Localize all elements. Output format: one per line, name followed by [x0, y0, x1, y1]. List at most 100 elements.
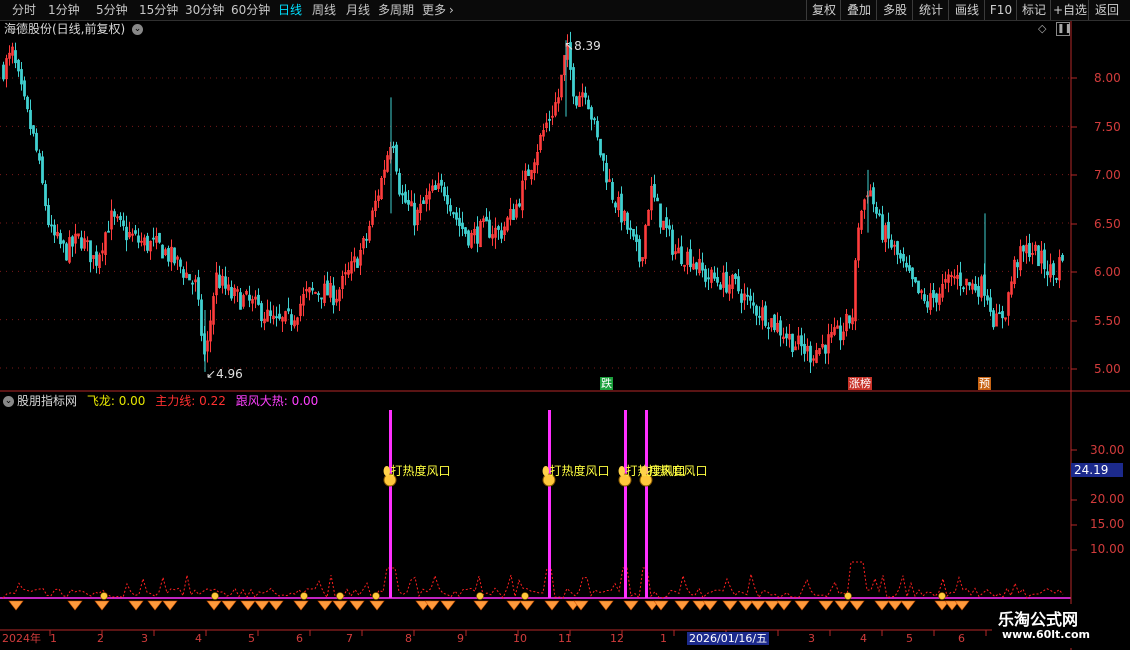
candle-body: [113, 211, 116, 217]
candle-body: [887, 221, 890, 239]
price-tick: 6.50: [1094, 217, 1121, 231]
pause-icon[interactable]: ❚❚: [1056, 22, 1072, 36]
indicator-header: ⌄ 股朋指标网 飞龙: 0.00 主力线: 0.22 跟风大热: 0.00: [3, 394, 318, 408]
diamond-icon[interactable]: ◇: [1038, 22, 1046, 36]
signal-text: 打热度风口: [647, 464, 708, 478]
month-label: 5: [906, 632, 913, 645]
candle-body: [332, 285, 335, 306]
cursor-date: 2026/01/16/五: [687, 632, 770, 645]
indicator-var-main-force: 主力线: 0.22: [155, 394, 226, 408]
signal-label: ⬮打热度风口: [640, 464, 708, 478]
event-badge-forecast[interactable]: 预: [978, 377, 991, 390]
candle-body: [632, 228, 635, 237]
diamond-marker-icon: [818, 600, 834, 611]
candle-body: [1001, 311, 1004, 319]
event-badge-limit-up-list[interactable]: 涨榜: [848, 377, 872, 390]
diamond-marker-icon: [128, 600, 144, 611]
diamond-marker-icon: [887, 600, 903, 611]
price-tick: 7.00: [1094, 168, 1121, 182]
chevron-down-icon[interactable]: ⌄: [132, 24, 144, 35]
candle-body: [629, 227, 632, 231]
candle-body: [65, 243, 68, 261]
money-bag-icon: ⬮: [618, 464, 626, 478]
candle-body: [269, 310, 272, 317]
candle-body: [1037, 245, 1040, 267]
candle-body: [179, 259, 182, 267]
month-label: 12: [610, 632, 624, 645]
candle-body: [962, 287, 965, 290]
low-price-label: ↙4.96: [206, 367, 243, 381]
k-line-chart[interactable]: [0, 0, 1130, 650]
candle-body: [809, 345, 812, 363]
candle-body: [485, 216, 488, 222]
chevron-down-icon[interactable]: ⌄: [3, 396, 14, 407]
candle-body: [656, 197, 659, 202]
candle-body: [791, 333, 794, 352]
indicator-tick: 20.00: [1090, 492, 1125, 506]
candle-body: [422, 200, 425, 204]
month-label: 7: [346, 632, 353, 645]
indicator-tick: 15.00: [1090, 517, 1125, 531]
candle-body: [146, 235, 149, 251]
candle-body: [395, 144, 398, 172]
candle-body: [392, 145, 395, 149]
stock-title[interactable]: 海德股份(日线,前复权): [4, 22, 125, 36]
candle-body: [224, 276, 227, 289]
event-badge-fall[interactable]: 跌: [600, 377, 613, 390]
money-bag-icon: ⬮: [542, 464, 550, 478]
candle-body: [125, 226, 128, 241]
candle-body: [905, 262, 908, 268]
candle-body: [26, 96, 29, 110]
indicator-var-feilong: 飞龙: 0.00: [87, 394, 146, 408]
indicator-name[interactable]: 股朋指标网: [17, 394, 77, 408]
candle-body: [512, 209, 515, 221]
candle-body: [878, 213, 881, 216]
chart-frame: [0, 21, 1130, 650]
money-bag-icon: ⬮: [640, 464, 648, 478]
indicator-tick: 30.00: [1090, 443, 1125, 457]
low-price-value: 4.96: [216, 367, 243, 381]
diamond-marker-icon: [268, 600, 284, 611]
price-tick: 8.00: [1094, 71, 1121, 85]
candle-body: [590, 107, 593, 120]
month-label: 2: [97, 632, 104, 645]
price-tick: 7.50: [1094, 120, 1121, 134]
money-bag-icon: [938, 592, 946, 600]
candle-body: [407, 199, 410, 205]
price-tick: 6.00: [1094, 265, 1121, 279]
diamond-marker-icon: [67, 600, 83, 611]
candle-body: [464, 227, 467, 234]
candle-body: [713, 272, 716, 279]
candle-body: [668, 225, 671, 230]
candle-body: [188, 274, 191, 281]
candle-body: [932, 289, 935, 298]
money-bag-icon: [476, 592, 484, 600]
candle-body: [200, 299, 203, 336]
candle-body: [593, 118, 596, 121]
candle-body: [917, 280, 920, 294]
stock-title-row: 海德股份(日线,前复权) ⌄: [4, 22, 144, 36]
money-bag-icon: [336, 592, 344, 600]
indicator-var-value: 0.22: [199, 394, 226, 408]
candle-body: [758, 315, 761, 318]
candle-body: [659, 203, 662, 228]
candle-body: [326, 280, 329, 296]
candle-body: [59, 233, 62, 245]
candle-body: [584, 92, 587, 98]
candle-body: [35, 132, 38, 151]
signal-label: ⬮打热度风口: [383, 464, 451, 478]
diamond-marker-icon: [221, 600, 237, 611]
candle-body: [404, 191, 407, 203]
candle-body: [974, 283, 977, 291]
diamond-marker-icon: [293, 600, 309, 611]
candle-body: [29, 109, 32, 129]
candle-body: [773, 314, 776, 331]
candle-body: [239, 292, 242, 310]
money-bag-icon: [844, 592, 852, 600]
candle-body: [527, 169, 530, 176]
indicator-var-label: 跟风大热:: [235, 394, 288, 408]
diamond-marker-icon: [722, 600, 738, 611]
diamond-marker-icon: [506, 600, 522, 611]
money-bag-icon: [100, 592, 108, 600]
candle-body: [452, 212, 455, 215]
